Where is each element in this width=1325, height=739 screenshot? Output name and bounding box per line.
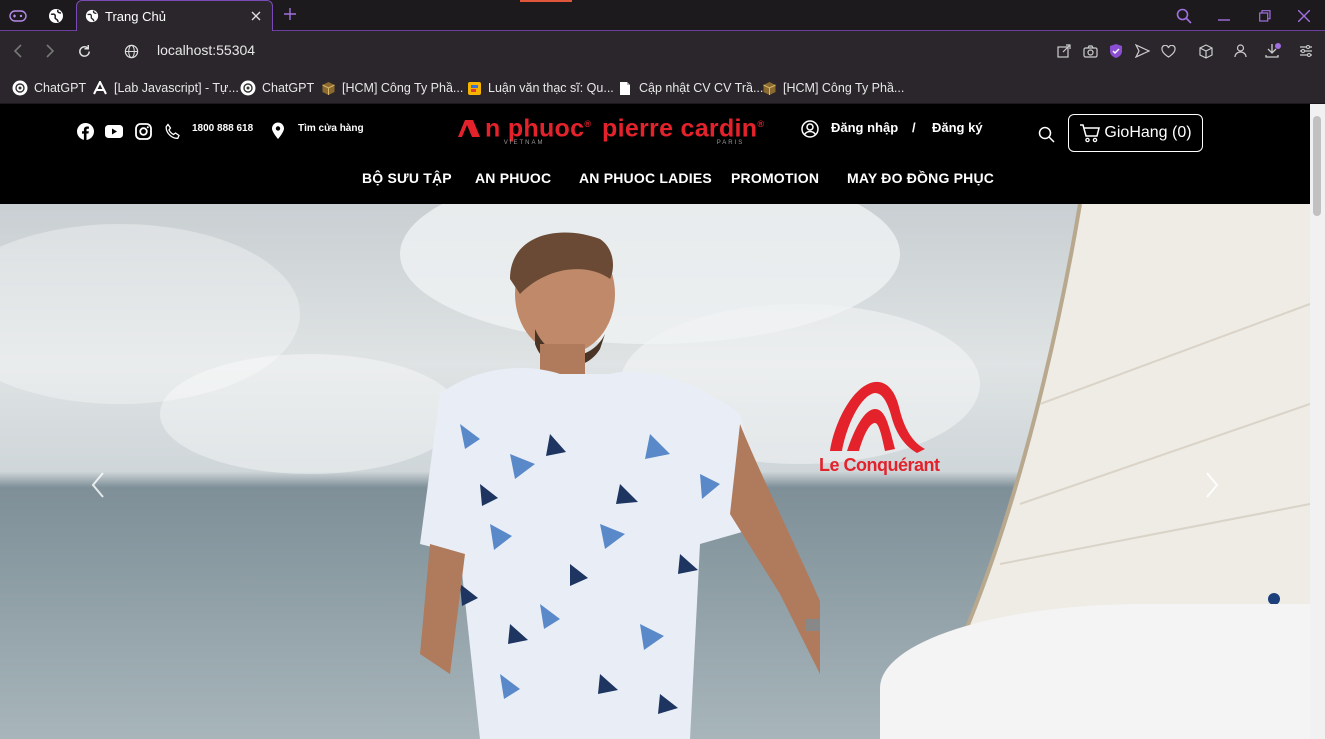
hotline-text[interactable]: 1800 888 618 xyxy=(192,123,253,134)
close-window-icon[interactable] xyxy=(1286,0,1322,31)
box-icon xyxy=(320,80,336,96)
tab-trang-chu[interactable]: Trang Chủ xyxy=(76,0,273,31)
box-icon xyxy=(761,80,777,96)
bookmark-label: Luận văn thạc sĩ: Qu... xyxy=(488,81,614,95)
facebook-icon[interactable] xyxy=(75,121,95,141)
web-page: 1800 888 618 Tìm cửa hàng n phuoc® VIETN… xyxy=(0,104,1310,739)
search-tabs-icon[interactable] xyxy=(1166,0,1202,31)
pinned-tab-globe-icon[interactable] xyxy=(38,0,74,31)
le-conquerant-logo-mark xyxy=(830,381,925,453)
map-pin-icon[interactable] xyxy=(268,121,288,141)
login-link[interactable]: Đăng nhập xyxy=(831,120,898,135)
slider-prev-icon[interactable] xyxy=(88,470,108,500)
cart-label: GioHang (0) xyxy=(1104,124,1192,141)
cart-icon xyxy=(1079,123,1101,143)
settings-sliders-icon[interactable] xyxy=(1294,39,1318,63)
pierre-cardin-logo-text: pierre cardin xyxy=(602,114,758,143)
instagram-icon[interactable] xyxy=(133,121,153,141)
menu-item-may-do-dong-phuc[interactable]: MAY ĐO ĐỒNG PHỤC xyxy=(847,170,994,186)
restore-icon[interactable] xyxy=(1247,0,1283,31)
heart-icon[interactable] xyxy=(1156,39,1180,63)
slider-next-icon[interactable] xyxy=(1202,470,1222,500)
le-conquerant-logo: Le Conquérant xyxy=(815,379,945,479)
recording-indicator xyxy=(520,0,572,2)
menu-item-promotion[interactable]: PROMOTION xyxy=(731,170,819,186)
site-info-globe-icon[interactable] xyxy=(119,39,143,63)
bookmark-item[interactable]: [Lab Javascript] - Tự... xyxy=(92,77,239,99)
cart-button[interactable]: GioHang (0) xyxy=(1068,114,1203,152)
phone-icon[interactable] xyxy=(162,121,182,141)
bookmark-label: [HCM] Công Ty Phầ... xyxy=(342,81,464,95)
search-icon[interactable] xyxy=(1036,124,1056,144)
store-locator-link[interactable]: Tìm cửa hàng xyxy=(298,123,364,134)
url-input[interactable]: localhost:55304 xyxy=(157,42,255,58)
forward-icon[interactable] xyxy=(38,39,62,63)
menu-item-bo-suu-tap[interactable]: BỘ SƯU TẬP xyxy=(362,170,452,186)
file-icon xyxy=(617,80,633,96)
gamepad-icon[interactable] xyxy=(0,0,36,31)
auth-separator: / xyxy=(912,120,916,135)
doc-colored-icon xyxy=(466,80,482,96)
address-bar: localhost:55304 xyxy=(0,31,1325,71)
an-phuoc-logo[interactable]: n phuoc® VIETNAM xyxy=(457,110,591,146)
chatgpt-icon xyxy=(12,80,28,96)
profile-icon[interactable] xyxy=(1228,39,1252,63)
vpn-shield-icon[interactable] xyxy=(1104,39,1128,63)
camera-icon[interactable] xyxy=(1078,39,1102,63)
reload-icon[interactable] xyxy=(72,39,96,63)
share-icon[interactable] xyxy=(1052,39,1076,63)
bookmark-item[interactable]: ChatGPT xyxy=(240,77,314,99)
bookmarks-bar: ChatGPT [Lab Javascript] - Tự... ChatGPT… xyxy=(0,71,1325,104)
bookmark-item[interactable]: ChatGPT xyxy=(12,77,86,99)
bookmark-item[interactable]: Cập nhật CV CV Trầ... xyxy=(617,77,763,99)
user-circle-icon[interactable] xyxy=(800,119,820,139)
an-phuoc-logo-text: n phuoc xyxy=(485,114,585,143)
an-phuoc-logo-sub: VIETNAM xyxy=(503,140,545,147)
bookmark-label: ChatGPT xyxy=(262,81,315,95)
site-header: 1800 888 618 Tìm cửa hàng n phuoc® VIETN… xyxy=(0,104,1310,204)
back-icon[interactable] xyxy=(6,39,30,63)
boat-hull xyxy=(880,604,1310,739)
send-icon[interactable] xyxy=(1130,39,1154,63)
bookmark-label: [Lab Javascript] - Tự... xyxy=(114,81,239,95)
download-icon[interactable] xyxy=(1261,39,1285,63)
menu-item-an-phuoc-ladies[interactable]: AN PHUOC LADIES xyxy=(579,170,712,186)
chatgpt-icon xyxy=(240,80,256,96)
register-link[interactable]: Đăng ký xyxy=(932,120,983,135)
browser-tab-bar: Trang Chủ xyxy=(0,0,1325,31)
bookmark-item[interactable]: [HCM] Công Ty Phầ... xyxy=(761,77,904,99)
letter-a-icon xyxy=(92,80,108,96)
le-conquerant-text: Le Conquérant xyxy=(819,455,940,475)
hero-banner[interactable]: Le Conquérant xyxy=(0,204,1310,739)
close-tab-icon[interactable] xyxy=(248,8,264,24)
globe-icon xyxy=(85,9,99,23)
bookmark-label: Cập nhật CV CV Trầ... xyxy=(639,81,764,95)
bookmark-label: [HCM] Công Ty Phầ... xyxy=(783,81,905,95)
extensions-cube-icon[interactable] xyxy=(1194,39,1218,63)
scrollbar-thumb[interactable] xyxy=(1313,116,1321,216)
new-tab-icon[interactable] xyxy=(280,4,300,24)
youtube-icon[interactable] xyxy=(104,121,124,141)
tab-title: Trang Chủ xyxy=(105,8,166,24)
bookmark-label: ChatGPT xyxy=(34,81,87,95)
bookmark-item[interactable]: [HCM] Công Ty Phầ... xyxy=(320,77,463,99)
model-photo xyxy=(420,232,820,739)
pierre-cardin-logo-sub: PARIS xyxy=(716,140,745,147)
menu-item-an-phuoc[interactable]: AN PHUOC xyxy=(475,170,551,186)
minimize-icon[interactable] xyxy=(1206,0,1242,31)
pierre-cardin-logo[interactable]: pierre cardin® PARIS xyxy=(602,110,764,146)
bookmark-item[interactable]: Luận văn thạc sĩ: Qu... xyxy=(466,77,614,99)
